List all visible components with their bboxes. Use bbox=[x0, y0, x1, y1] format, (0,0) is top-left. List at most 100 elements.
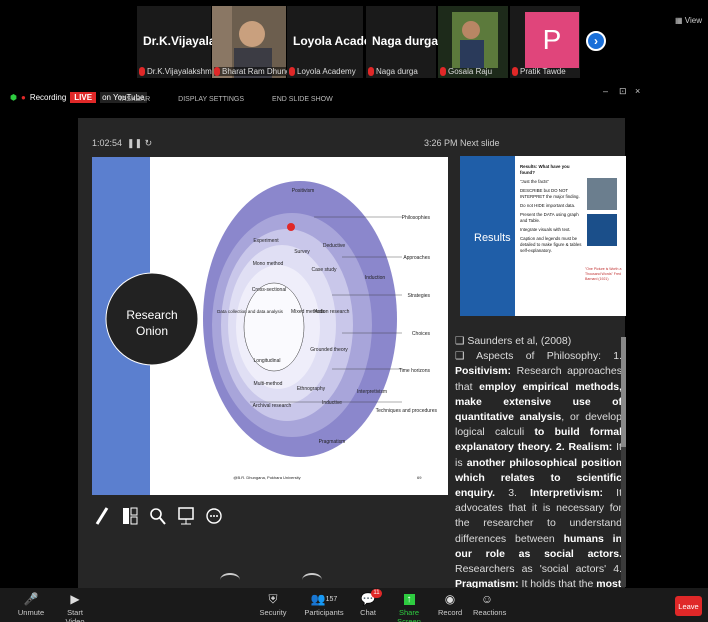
participant-name: Naga durga bbox=[372, 34, 439, 48]
zoom-icon[interactable] bbox=[148, 505, 168, 527]
end-show-button[interactable]: END SLIDE SHOW bbox=[272, 96, 333, 103]
swipe-indicator bbox=[302, 573, 322, 587]
restore-button[interactable]: ⊡ bbox=[619, 86, 627, 97]
mic-muted-icon bbox=[139, 67, 145, 76]
share-icon: ↑ bbox=[391, 590, 427, 608]
svg-text:Onion: Onion bbox=[136, 324, 168, 338]
scrollbar-thumb[interactable] bbox=[621, 337, 626, 447]
svg-text:69: 69 bbox=[417, 475, 422, 480]
recording-label: Recording bbox=[29, 92, 67, 102]
view-button[interactable]: ▦ View bbox=[675, 16, 702, 25]
svg-text:Inductive: Inductive bbox=[322, 400, 342, 406]
leave-button[interactable]: Leave bbox=[675, 596, 702, 616]
svg-text:Approaches: Approaches bbox=[403, 255, 430, 261]
research-onion-diagram: Research Onion Positivism Deductive Indu… bbox=[92, 157, 438, 495]
svg-text:Action research: Action research bbox=[315, 309, 350, 315]
svg-text:Multi-method: Multi-method bbox=[254, 381, 283, 387]
slides-grid-icon[interactable] bbox=[120, 505, 140, 527]
next-slide-label: Next slide bbox=[460, 138, 500, 148]
participants-button[interactable]: 👥 157 Participants bbox=[303, 590, 345, 617]
participant-tile[interactable]: Naga durga Naga durga bbox=[366, 6, 439, 78]
svg-text:Data collection and data analy: Data collection and data analysis bbox=[217, 309, 284, 314]
svg-text:Time horizons: Time horizons bbox=[399, 368, 431, 374]
thumbnail-image bbox=[587, 178, 617, 210]
record-dot-icon: ● bbox=[20, 92, 26, 102]
svg-text:Pragmatism: Pragmatism bbox=[319, 439, 346, 445]
svg-text:@B.R. Dhungana, Pokhara Univer: @B.R. Dhungana, Pokhara University bbox=[233, 475, 300, 480]
presenter-toolbar: TASKBAR DISPLAY SETTINGS END SLIDE SHOW bbox=[118, 96, 333, 103]
participant-tile[interactable]: Loyola Academy Loyola Academy bbox=[287, 6, 388, 78]
svg-text:Interpretivism: Interpretivism bbox=[357, 389, 387, 395]
svg-text:Techniques and procedures: Techniques and procedures bbox=[376, 408, 438, 414]
reactions-button[interactable]: ☺ Reactions bbox=[473, 590, 506, 617]
chat-badge: 11 bbox=[371, 589, 382, 598]
svg-text:Survey: Survey bbox=[294, 249, 310, 255]
start-video-button[interactable]: ▶ Start Video bbox=[58, 590, 92, 622]
svg-text:Philosophies: Philosophies bbox=[402, 215, 431, 221]
minimize-button[interactable]: – bbox=[603, 86, 608, 96]
live-badge[interactable]: LIVE bbox=[70, 91, 97, 103]
svg-text:Strategies: Strategies bbox=[407, 293, 430, 299]
more-options-icon[interactable] bbox=[204, 505, 224, 527]
svg-text:Mono method: Mono method bbox=[253, 261, 284, 267]
thumbnail-image bbox=[587, 214, 617, 246]
participant-label: Loyola Academy bbox=[289, 67, 356, 76]
svg-text:Choices: Choices bbox=[412, 331, 431, 337]
mic-muted-icon bbox=[289, 67, 295, 76]
svg-text:Positivism: Positivism bbox=[292, 188, 315, 194]
svg-text:Cross-sectional: Cross-sectional bbox=[252, 287, 286, 293]
close-button[interactable]: × bbox=[635, 86, 640, 96]
pointer-screen-icon[interactable] bbox=[176, 505, 196, 527]
thumbnail-title: Results bbox=[474, 232, 511, 244]
mic-muted-icon bbox=[440, 67, 446, 76]
participant-tile-video[interactable]: Gosala Raju bbox=[438, 6, 508, 78]
svg-text:Case study: Case study bbox=[311, 267, 337, 273]
thumbnail-bullets: Results: What have you found? "Just the … bbox=[520, 164, 582, 253]
mic-muted-icon bbox=[214, 67, 220, 76]
mic-muted-icon bbox=[368, 67, 374, 76]
current-slide: Research Onion Positivism Deductive Indu… bbox=[92, 157, 448, 495]
taskbar-button[interactable]: TASKBAR bbox=[118, 96, 150, 103]
pen-icon[interactable] bbox=[92, 505, 112, 527]
thumbnail-quote: "One Picture is Worth a Thousand Words" … bbox=[585, 267, 622, 281]
participant-tile[interactable]: Dr.K.Vijayalaksh... Dr.K.Vijayalakshmi bbox=[137, 6, 246, 78]
next-slide-thumbnail[interactable]: Results Results: What have you found? "J… bbox=[460, 156, 626, 316]
record-button[interactable]: ◉ Record bbox=[438, 590, 462, 617]
svg-text:Induction: Induction bbox=[365, 275, 386, 281]
pause-icon[interactable]: ❚❚ bbox=[127, 138, 142, 148]
share-screen-button[interactable]: ↑ Share Screen bbox=[391, 590, 427, 622]
participants-icon: 👥 157 bbox=[310, 592, 338, 606]
notes-line: ❑ Saunders et al, (2008) bbox=[455, 335, 572, 347]
slide-timer: 1:02:54 ❚❚ ↻ bbox=[92, 138, 153, 148]
participant-label: Naga durga bbox=[368, 67, 418, 76]
notes-scrollbar[interactable] bbox=[621, 337, 626, 587]
video-off-icon: ▶ bbox=[70, 592, 80, 606]
reset-icon[interactable]: ↻ bbox=[145, 138, 153, 148]
shield-icon: ⛨ bbox=[268, 591, 278, 606]
svg-text:Ethnography: Ethnography bbox=[297, 386, 326, 392]
svg-text:Longitudinal: Longitudinal bbox=[254, 358, 281, 364]
unmute-button[interactable]: 🎤 Unmute bbox=[16, 590, 46, 617]
shield-icon: ⬢ bbox=[10, 92, 17, 102]
svg-text:Experiment: Experiment bbox=[253, 238, 279, 244]
svg-text:Archival research: Archival research bbox=[253, 403, 292, 409]
participant-tile-video[interactable]: Bharat Ram Dhungana bbox=[212, 6, 304, 78]
meeting-controls bbox=[0, 588, 708, 622]
speaker-notes[interactable]: ❑ Saunders et al, (2008) ❑ Aspects of Ph… bbox=[455, 334, 622, 588]
display-settings-button[interactable]: DISPLAY SETTINGS bbox=[178, 96, 244, 103]
participant-label: Gosala Raju bbox=[440, 67, 492, 76]
security-button[interactable]: ⛨ Security bbox=[258, 590, 288, 618]
record-icon: ◉ bbox=[444, 592, 456, 606]
participant-label: Pratik Tawde bbox=[512, 67, 566, 76]
next-page-icon[interactable]: › bbox=[586, 31, 606, 51]
mic-muted-icon: 🎤 bbox=[23, 592, 39, 606]
svg-text:Deductive: Deductive bbox=[323, 243, 345, 249]
svg-text:Grounded theory: Grounded theory bbox=[310, 347, 348, 353]
clock: 3:26 PM bbox=[424, 138, 458, 148]
avatar: P bbox=[525, 12, 579, 68]
participant-label: Dr.K.Vijayalakshmi bbox=[139, 67, 214, 76]
reactions-icon: ☺ bbox=[480, 592, 494, 606]
notes-paragraph: ❑ Aspects of Philosophy: 1. Positivism: … bbox=[455, 350, 622, 588]
mic-muted-icon bbox=[512, 67, 518, 76]
swipe-indicator bbox=[220, 573, 240, 587]
